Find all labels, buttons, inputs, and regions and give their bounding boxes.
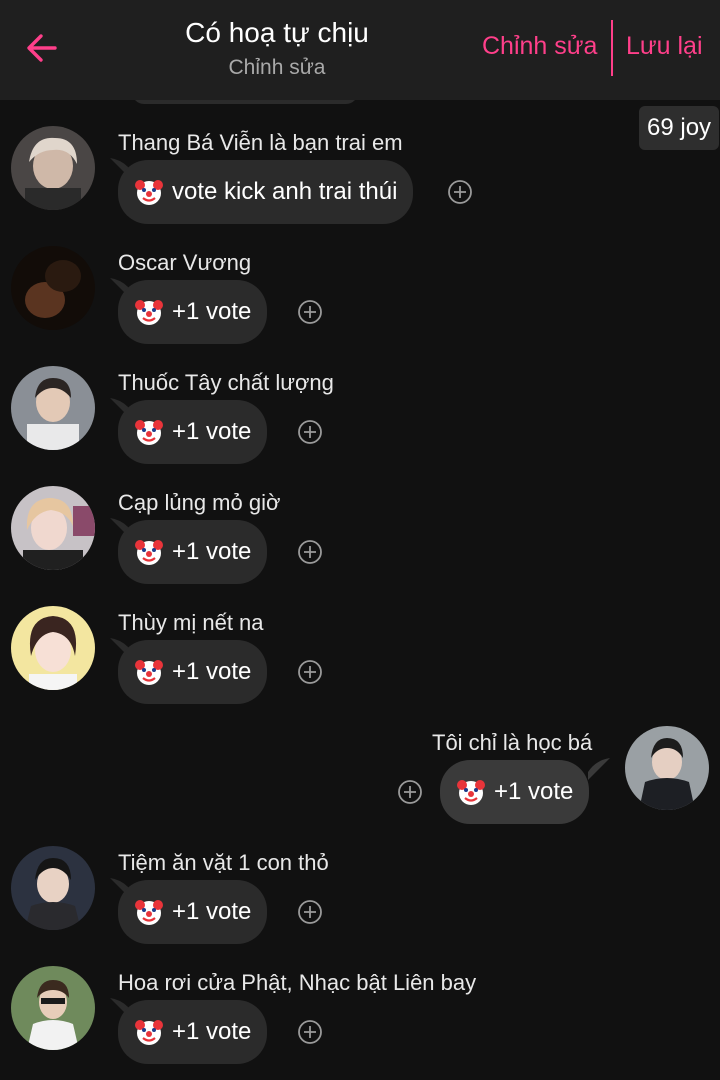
clown-face-icon <box>135 1020 163 1045</box>
message-bubble[interactable]: +1 vote <box>118 520 268 584</box>
message-row: Cạp lủng mỏ giờ +1 vote <box>0 480 720 600</box>
avatar[interactable] <box>625 726 709 810</box>
message-bubble[interactable]: +1 vote <box>118 880 268 944</box>
title-block: Có hoạ tự chịu Chỉnh sửa <box>150 14 404 82</box>
message-bubble[interactable]: +1 vote <box>118 400 268 464</box>
clown-face-icon <box>135 420 163 445</box>
add-reaction-icon[interactable] <box>297 899 323 925</box>
message-text: +1 vote <box>172 658 252 685</box>
edit-button[interactable]: Chỉnh sửa <box>482 32 597 61</box>
clown-face-icon <box>135 660 163 685</box>
message-text: +1 vote <box>172 898 252 925</box>
avatar[interactable] <box>11 846 95 930</box>
add-reaction-icon[interactable] <box>297 419 323 445</box>
message-row-mine: Tôi chỉ là học bá +1 vote <box>0 720 720 840</box>
message-text: +1 vote <box>172 1018 252 1045</box>
sender-name: Hoa rơi cửa Phật, Nhạc bật Liên bay <box>118 970 477 995</box>
message-row: Thuốc Tây chất lượng +1 vote <box>0 360 720 480</box>
message-row: Oscar Vương +1 vote <box>0 240 720 360</box>
clown-face-icon <box>457 780 485 805</box>
arrow-left-icon <box>27 34 57 62</box>
sender-name: Thang Bá Viễn là bạn trai em <box>118 130 403 155</box>
add-reaction-icon[interactable] <box>297 1019 323 1045</box>
message-row: Thùy mị nết na +1 vote <box>0 600 720 720</box>
sender-name: Tiệm ăn vặt 1 con thỏ <box>118 850 329 875</box>
clown-face-icon <box>135 180 163 205</box>
message-row: Thang Bá Viễn là bạn trai em vote kick a… <box>0 120 720 240</box>
message-text: +1 vote <box>172 538 252 565</box>
add-reaction-icon[interactable] <box>297 539 323 565</box>
message-bubble[interactable]: vote kick anh trai thúi <box>118 160 414 224</box>
sender-name: Cạp lủng mỏ giờ <box>118 490 281 515</box>
message-bubble[interactable]: +1 vote <box>440 760 590 824</box>
header-divider <box>611 20 613 76</box>
message-bubble[interactable]: +1 vote <box>118 280 268 344</box>
message-text: +1 vote <box>494 778 574 805</box>
clown-face-icon <box>135 900 163 925</box>
bubble-tail <box>588 758 610 780</box>
message-bubble[interactable]: +1 vote <box>118 1000 268 1064</box>
add-reaction-icon[interactable] <box>297 659 323 685</box>
avatar[interactable] <box>11 606 95 690</box>
add-reaction-icon[interactable] <box>397 779 423 805</box>
page-subtitle: Chỉnh sửa <box>228 56 326 79</box>
avatar[interactable] <box>11 246 95 330</box>
save-button[interactable]: Lưu lại <box>626 32 703 61</box>
message-text: +1 vote <box>172 418 252 445</box>
message-text: vote kick anh trai thúi <box>172 178 398 205</box>
top-bar: Có hoạ tự chịu Chỉnh sửa Chỉnh sửa Lưu l… <box>0 0 720 100</box>
message-row: Tiệm ăn vặt 1 con thỏ +1 vote <box>0 840 720 960</box>
back-button[interactable] <box>20 26 64 70</box>
avatar[interactable] <box>11 126 95 210</box>
avatar[interactable] <box>11 366 95 450</box>
message-row: Hoa rơi cửa Phật, Nhạc bật Liên bay +1 v… <box>0 960 720 1080</box>
page-title: Có hoạ tự chịu <box>185 17 369 48</box>
sender-name: Thuốc Tây chất lượng <box>118 370 334 395</box>
add-reaction-icon[interactable] <box>447 179 473 205</box>
message-text: +1 vote <box>172 298 252 325</box>
sender-name: Thùy mị nết na <box>118 610 264 635</box>
message-bubble[interactable]: +1 vote <box>118 640 268 704</box>
clown-face-icon <box>135 300 163 325</box>
joy-badge: 69 joy <box>639 106 720 150</box>
avatar[interactable] <box>11 966 95 1050</box>
add-reaction-icon[interactable] <box>297 299 323 325</box>
sender-name: Oscar Vương <box>118 250 252 275</box>
avatar[interactable] <box>11 486 95 570</box>
clown-face-icon <box>135 540 163 565</box>
sender-name: Tôi chỉ là học bá <box>432 730 593 755</box>
